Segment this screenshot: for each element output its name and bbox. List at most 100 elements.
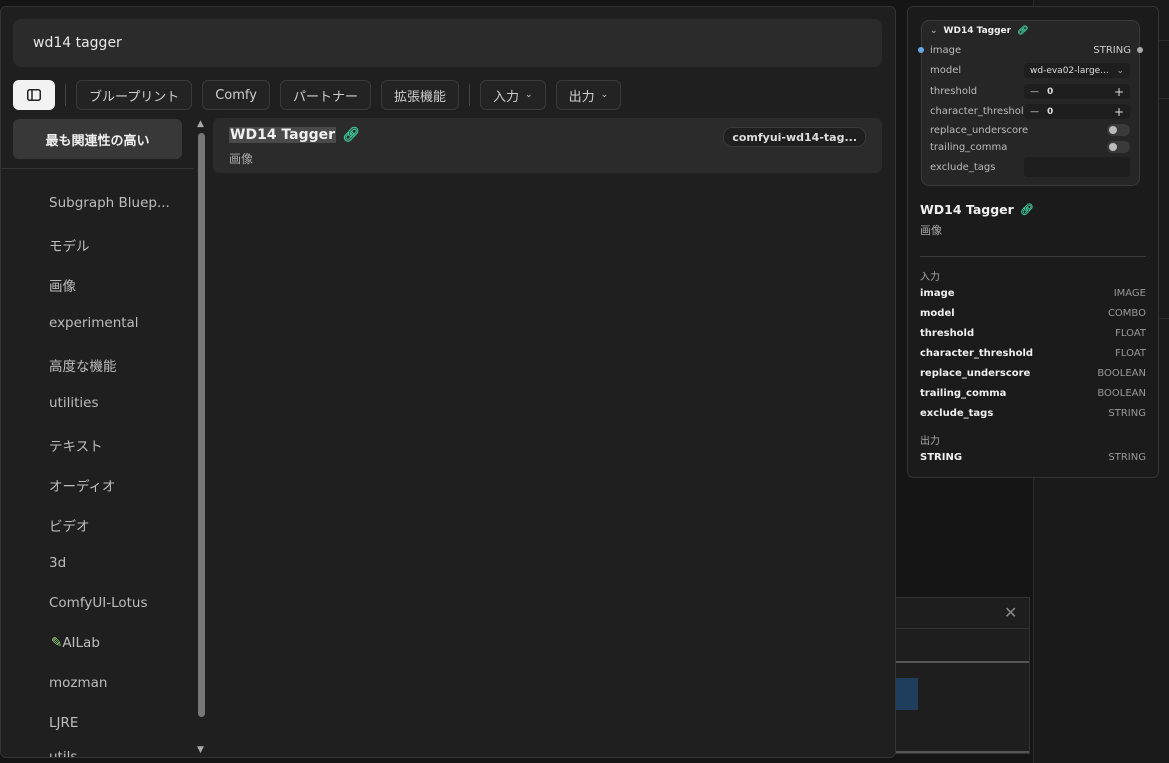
input-type: IMAGE — [1113, 288, 1146, 299]
category-item[interactable]: mozman — [49, 675, 107, 691]
input-row: character_threshold FLOAT — [920, 348, 1146, 362]
chevron-down-icon: ⌄ — [1116, 65, 1124, 76]
result-item[interactable]: WD14 Tagger 🔗︎ 画像 comfyui-wd14-tag... — [213, 118, 882, 173]
preview-title: WD14 Tagger 🔗︎ — [920, 202, 1034, 217]
filter-bar: ブループリント Comfy パートナー 拡張機能 入力 ⌄ 出力 ⌄ — [13, 80, 622, 110]
widget-label: replace_underscore — [930, 124, 1029, 136]
minus-icon[interactable]: — — [1030, 107, 1039, 117]
input-name: threshold — [920, 328, 975, 339]
sidebar-divider — [1, 168, 194, 169]
category-item[interactable]: ComfyUI-Lotus — [49, 595, 148, 611]
category-item[interactable]: Subgraph Bluep... — [49, 195, 170, 211]
node-title: WD14 Tagger — [943, 26, 1012, 36]
category-item[interactable]: オーディオ — [49, 475, 116, 495]
category-item[interactable]: 3d — [49, 555, 66, 571]
widget-label: model — [930, 64, 962, 76]
scroll-down-icon[interactable]: ▼ — [197, 745, 204, 755]
exclude-tags-input[interactable] — [1024, 157, 1130, 177]
filter-divider — [65, 84, 66, 106]
category-item[interactable]: テキスト — [49, 435, 103, 455]
scrollbar-thumb[interactable] — [198, 133, 205, 717]
input-name: replace_underscore — [920, 368, 1031, 379]
category-item[interactable]: LJRE — [49, 715, 78, 731]
input-type: FLOAT — [1115, 328, 1146, 339]
inputs-heading: 入力 — [920, 272, 940, 283]
node-preview-card: ⌄ WD14 Tagger 🔗︎ image STRING model wd-e… — [918, 20, 1143, 186]
category-item[interactable]: utils — [49, 749, 77, 757]
filter-label: 出力 — [568, 89, 595, 105]
combo-value: wd-eva02-large... — [1030, 65, 1109, 76]
input-row: image IMAGE — [920, 288, 1146, 302]
minus-icon[interactable]: — — [1030, 87, 1039, 97]
input-type: STRING — [1108, 408, 1146, 419]
category-most-relevant[interactable]: 最も関連性の高い — [13, 119, 182, 159]
node-row-trailing: trailing_comma — [930, 140, 1131, 154]
output-label: STRING — [1093, 44, 1131, 56]
input-slot-dot — [918, 47, 924, 53]
source-badge: comfyui-wd14-tag... — [723, 127, 866, 147]
widget-label: exclude_tags — [930, 161, 996, 173]
char-threshold-stepper[interactable]: — 0 + — [1024, 104, 1130, 119]
category-item[interactable]: 画像 — [49, 275, 76, 295]
input-row: exclude_tags STRING — [920, 408, 1146, 422]
node-row-replace: replace_underscore — [930, 123, 1131, 137]
input-row: replace_underscore BOOLEAN — [920, 368, 1146, 382]
input-name: trailing_comma — [920, 388, 1007, 399]
result-title-text: WD14 Tagger — [229, 127, 337, 143]
category-item[interactable]: 高度な機能 — [49, 355, 117, 375]
model-combo[interactable]: wd-eva02-large... ⌄ — [1024, 63, 1130, 78]
node-search-dialog: ブループリント Comfy パートナー 拡張機能 入力 ⌄ 出力 ⌄ 最も関連性の高… — [0, 6, 896, 758]
input-name: image — [920, 288, 955, 299]
replace-underscore-toggle[interactable] — [1107, 124, 1130, 136]
filter-partner[interactable]: パートナー — [279, 80, 371, 110]
chain-link-icon: 🔗︎ — [342, 127, 360, 143]
input-row: threshold FLOAT — [920, 328, 1146, 342]
chevron-down-icon: ⌄ — [930, 26, 938, 36]
category-sidebar: 最も関連性の高い Subgraph Bluep... モデル 画像 experi… — [1, 117, 194, 757]
close-icon[interactable]: ✕ — [1004, 603, 1017, 622]
filter-blueprint[interactable]: ブループリント — [76, 80, 193, 110]
input-row: model COMBO — [920, 308, 1146, 322]
filter-label: 入力 — [493, 89, 520, 105]
output-type: STRING — [1108, 452, 1146, 463]
node-io-row: image STRING — [930, 43, 1131, 57]
plus-icon[interactable]: + — [1114, 85, 1124, 99]
search-box[interactable] — [13, 19, 882, 67]
widget-label: trailing_comma — [930, 141, 1008, 153]
threshold-stepper[interactable]: — 0 + — [1024, 84, 1130, 99]
input-type: BOOLEAN — [1097, 368, 1146, 379]
category-item[interactable]: モデル — [49, 235, 90, 255]
widget-label: character_threshold — [930, 105, 1030, 117]
category-item[interactable]: ビデオ — [49, 515, 90, 535]
trailing-comma-toggle[interactable] — [1107, 141, 1130, 153]
filter-comfy[interactable]: Comfy — [202, 80, 270, 110]
output-row: STRING STRING — [920, 452, 1146, 466]
preview-category: 画像 — [920, 224, 942, 237]
preview-divider — [920, 256, 1146, 257]
sidebar-scrollbar[interactable]: ▲ ▼ — [195, 117, 209, 757]
filter-label: 拡張機能 — [394, 89, 447, 105]
category-item[interactable]: utilities — [49, 395, 99, 411]
output-name: STRING — [920, 452, 963, 463]
stepper-value: 0 — [1047, 106, 1054, 117]
input-type: FLOAT — [1115, 348, 1146, 359]
category-label: AILab — [62, 635, 100, 651]
result-category: 画像 — [229, 152, 254, 166]
input-type: BOOLEAN — [1097, 388, 1146, 399]
filter-output-dropdown[interactable]: 出力 ⌄ — [555, 80, 622, 110]
category-item[interactable]: experimental — [49, 315, 139, 331]
filter-input-dropdown[interactable]: 入力 ⌄ — [480, 80, 546, 110]
outputs-heading: 出力 — [920, 436, 940, 447]
sidebar-toggle-button[interactable] — [13, 80, 55, 110]
scroll-up-icon[interactable]: ▲ — [197, 119, 204, 129]
category-item-ailab[interactable]: ✎AILab — [51, 635, 100, 651]
sidebar-toggle-icon — [27, 89, 41, 101]
search-input[interactable] — [31, 34, 864, 52]
input-name: exclude_tags — [920, 408, 994, 419]
input-name: model — [920, 308, 955, 319]
search-results: WD14 Tagger 🔗︎ 画像 comfyui-wd14-tag... — [213, 118, 882, 173]
plus-icon[interactable]: + — [1114, 105, 1124, 119]
chain-link-icon: 🔗︎ — [1019, 203, 1034, 216]
input-name: character_threshold — [920, 348, 1034, 359]
filter-extensions[interactable]: 拡張機能 — [381, 80, 460, 110]
